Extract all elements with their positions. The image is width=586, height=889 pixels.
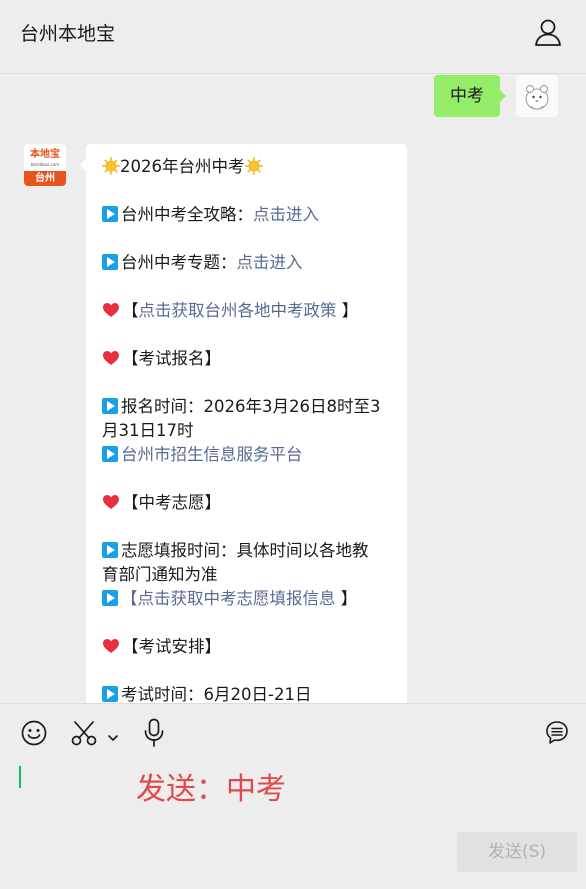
- chat-title: 台州本地宝: [20, 23, 116, 45]
- chat-history-icon[interactable]: [545, 720, 569, 746]
- topic-label: 台州中考专题：: [121, 253, 237, 272]
- received-message-bubble: 2026年台州中考 台州中考全攻略：点击进入 台州中考专题：点击进入 【点击获取…: [80, 144, 407, 703]
- scissors-icon[interactable]: [70, 720, 98, 746]
- message-input[interactable]: 发送：中考: [136, 764, 286, 808]
- play-emoji-icon: [102, 686, 118, 702]
- heart-emoji-icon: [103, 495, 119, 509]
- send-button[interactable]: 发送(S): [457, 832, 577, 872]
- policy-bracket-close: 】: [336, 301, 359, 320]
- play-emoji-icon: [102, 446, 118, 462]
- brand-logo-url: bendibao.com: [30, 162, 60, 167]
- section-register-heading: 【考试报名】: [122, 349, 221, 368]
- guide-link[interactable]: 点击进入: [253, 205, 319, 224]
- exam-time-text: 考试时间：6月20日-21日: [121, 685, 312, 703]
- bot-avatar[interactable]: 本地宝 bendibao.com 台州: [24, 144, 66, 186]
- chevron-down-icon[interactable]: [107, 728, 119, 741]
- wish-link[interactable]: 点击获取中考志愿填报信息: [138, 589, 336, 608]
- sent-message-bubble[interactable]: 中考: [434, 75, 506, 117]
- play-emoji-icon: [102, 542, 118, 558]
- register-time-line1: 报名时间：2026年3月26日8时至3: [121, 397, 381, 416]
- message-list[interactable]: 中考 本地宝 bendibao.com 台州 2026年台州中考 台州中考全攻略…: [0, 75, 586, 703]
- wish-time-line1: 志愿填报时间：具体时间以各地教: [121, 541, 369, 560]
- play-emoji-icon: [102, 398, 118, 414]
- reply-title: 2026年台州中考: [120, 157, 245, 176]
- sun-emoji-icon: [244, 157, 263, 175]
- wish-bracket-open: 【: [121, 589, 138, 608]
- sent-message-row: 中考: [398, 75, 558, 117]
- play-emoji-icon: [102, 254, 118, 270]
- brand-logo-city: 台州: [24, 171, 66, 186]
- register-time-line2: 月31日17时: [102, 421, 194, 440]
- chat-header: 台州本地宝: [0, 0, 586, 74]
- text-cursor: [19, 766, 21, 788]
- microphone-icon[interactable]: [143, 718, 165, 748]
- heart-emoji-icon: [103, 351, 119, 365]
- heart-emoji-icon: [103, 639, 119, 653]
- register-platform-link[interactable]: 台州市招生信息服务平台: [121, 445, 303, 464]
- policy-bracket-open: 【: [122, 301, 139, 320]
- section-wish-heading: 【中考志愿】: [122, 493, 221, 512]
- wish-bracket-close: 】: [335, 589, 358, 608]
- emoji-icon[interactable]: [21, 720, 47, 746]
- topic-link[interactable]: 点击进入: [237, 253, 303, 272]
- play-emoji-icon: [102, 206, 118, 222]
- play-emoji-icon: [102, 590, 118, 606]
- policy-link[interactable]: 点击获取台州各地中考政策: [139, 301, 337, 320]
- sun-emoji-icon: [102, 157, 120, 175]
- guide-label: 台州中考全攻略：: [121, 205, 253, 224]
- my-avatar[interactable]: [516, 75, 558, 117]
- user-icon[interactable]: [534, 18, 562, 48]
- heart-emoji-icon: [103, 303, 119, 317]
- section-exam-heading: 【考试安排】: [122, 637, 221, 656]
- wish-time-line2: 育部门通知为准: [102, 565, 218, 584]
